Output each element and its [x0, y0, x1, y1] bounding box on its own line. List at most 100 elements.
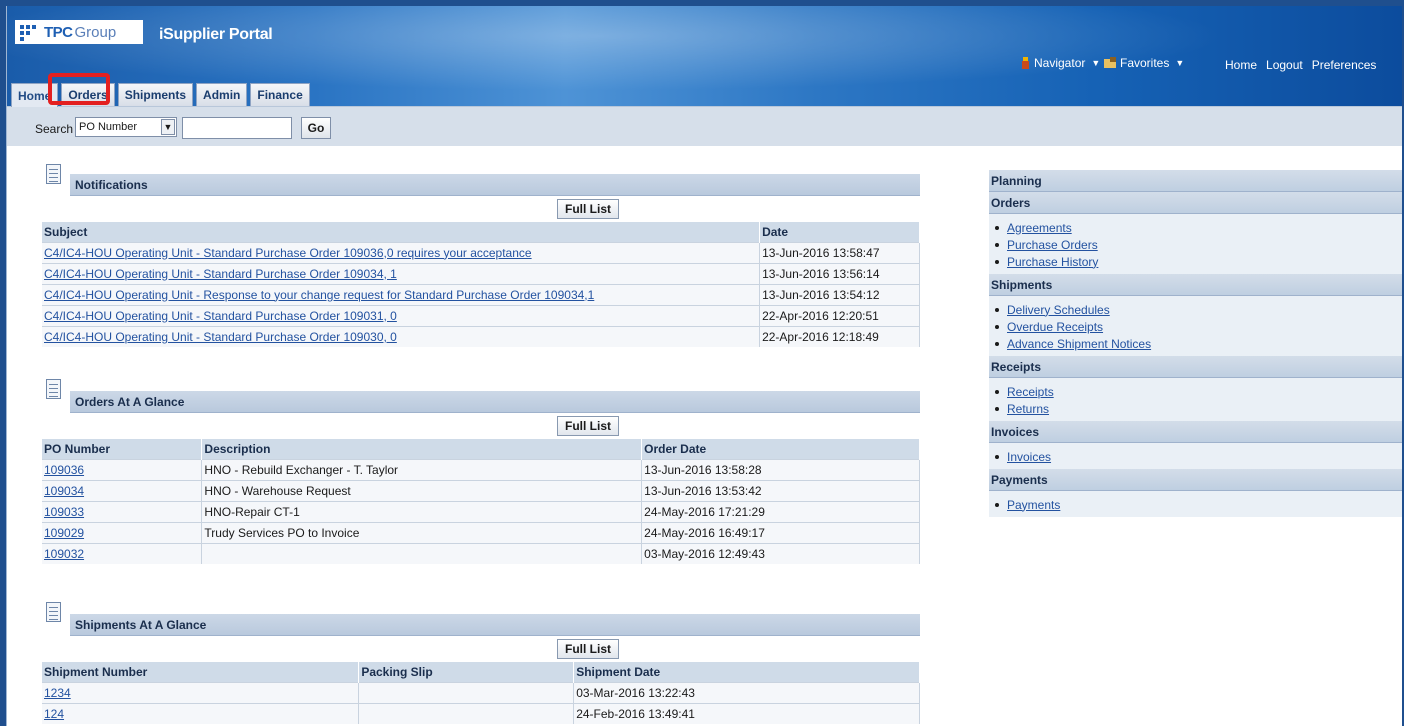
preferences-link[interactable]: Preferences — [1312, 58, 1377, 72]
search-input[interactable] — [182, 117, 292, 139]
favorites-menu[interactable]: Favorites ▼ — [1104, 56, 1184, 70]
list-item: Delivery Schedules — [995, 301, 1402, 318]
order-description — [201, 542, 643, 564]
returns-link[interactable]: Returns — [1007, 402, 1049, 416]
invoices-link[interactable]: Invoices — [1007, 450, 1051, 464]
order-description: HNO-Repair CT-1 — [201, 500, 643, 522]
table-row: 109034 HNO - Warehouse Request 13-Jun-2016… — [42, 479, 920, 501]
notification-subject-link[interactable]: C4/IC4-HOU Operating Unit - Standard Pur… — [42, 304, 761, 326]
agreements-link[interactable]: Agreements — [1007, 221, 1072, 235]
order-description: HNO - Rebuild Exchanger - T. Taylor — [201, 458, 643, 480]
payments-nav-list: Payments — [989, 491, 1402, 517]
notifications-header: Notifications — [70, 174, 920, 196]
notification-date: 13-Jun-2016 13:56:14 — [759, 262, 920, 284]
table-row: 1234 03-Mar-2016 13:22:43 — [42, 681, 920, 703]
column-header-shipment-number[interactable]: Shipment Number — [42, 662, 360, 682]
orders-icon — [46, 379, 61, 399]
orders-tab-highlight — [48, 73, 110, 105]
chevron-down-icon: ▼ — [1091, 58, 1101, 68]
shipment-number-link[interactable]: 1234 — [42, 681, 360, 703]
column-header-shipment-date[interactable]: Shipment Date — [573, 662, 920, 682]
table-row: 124 24-Feb-2016 13:49:41 — [42, 702, 920, 724]
shipments-nav-list: Delivery Schedules Overdue Receipts Adva… — [989, 296, 1402, 356]
list-item: Agreements — [995, 219, 1402, 236]
overdue-receipts-link[interactable]: Overdue Receipts — [1007, 320, 1103, 334]
logo-dots-icon — [18, 23, 42, 41]
column-header-subject[interactable]: Subject — [42, 222, 761, 242]
order-description: HNO - Warehouse Request — [201, 479, 643, 501]
po-number-link[interactable]: 109036 — [42, 458, 203, 480]
notification-subject-link[interactable]: C4/IC4-HOU Operating Unit - Standard Pur… — [42, 325, 761, 347]
purchase-history-link[interactable]: Purchase History — [1007, 255, 1098, 269]
app-window: TPC Group iSupplier Portal Navigator ▼ F… — [6, 6, 1402, 726]
notifications-table: Subject Date C4/IC4-HOU Operating Unit -… — [42, 222, 920, 347]
chevron-down-icon: ▼ — [1175, 58, 1185, 68]
po-number-link[interactable]: 109033 — [42, 500, 203, 522]
logo-text-group: Group — [74, 23, 117, 41]
go-button[interactable]: Go — [301, 117, 331, 139]
tab-admin[interactable]: Admin — [196, 83, 248, 106]
purchase-orders-link[interactable]: Purchase Orders — [1007, 238, 1098, 252]
app-title: iSupplier Portal — [159, 26, 273, 43]
tab-shipments[interactable]: Shipments — [117, 83, 194, 106]
tab-finance[interactable]: Finance — [250, 83, 310, 106]
delivery-schedules-link[interactable]: Delivery Schedules — [1007, 303, 1110, 317]
receipts-link[interactable]: Receipts — [1007, 385, 1054, 399]
list-item: Purchase Orders — [995, 236, 1402, 253]
orders-nav-list: Agreements Purchase Orders Purchase Hist… — [989, 214, 1402, 274]
list-item: Invoices — [995, 448, 1402, 465]
favorites-icon — [1104, 57, 1116, 68]
po-number-link[interactable]: 109034 — [42, 479, 203, 501]
order-date: 24-May-2016 17:21:29 — [641, 500, 920, 522]
navigator-menu[interactable]: Navigator ▼ — [1020, 56, 1100, 70]
shipment-date: 24-Feb-2016 13:49:41 — [573, 702, 920, 724]
search-label: Search — [35, 122, 74, 136]
order-date: 13-Jun-2016 13:58:28 — [641, 458, 920, 480]
payments-nav-header: Payments — [989, 469, 1402, 491]
column-header-description[interactable]: Description — [201, 439, 643, 459]
logout-link[interactable]: Logout — [1266, 58, 1303, 72]
planning-header: Planning — [989, 170, 1402, 192]
column-header-order-date[interactable]: Order Date — [641, 439, 920, 459]
notifications-icon — [46, 164, 61, 184]
shipment-date: 03-Mar-2016 13:22:43 — [573, 681, 920, 703]
column-header-date[interactable]: Date — [759, 222, 920, 242]
packing-slip — [358, 681, 575, 703]
notification-subject-link[interactable]: C4/IC4-HOU Operating Unit - Standard Pur… — [42, 241, 761, 263]
list-item: Receipts — [995, 383, 1402, 400]
table-row: 109029 Trudy Services PO to Invoice 24-May… — [42, 521, 920, 543]
payments-link[interactable]: Payments — [1007, 498, 1060, 512]
table-row: 109036 HNO - Rebuild Exchanger - T. Taylo… — [42, 458, 920, 480]
search-type-value: PO Number — [79, 121, 138, 133]
shipment-number-link[interactable]: 124 — [42, 702, 360, 724]
order-description: Trudy Services PO to Invoice — [201, 521, 643, 543]
home-link[interactable]: Home — [1225, 58, 1257, 72]
order-date: 13-Jun-2016 13:53:42 — [641, 479, 920, 501]
advance-shipment-notices-link[interactable]: Advance Shipment Notices — [1007, 337, 1151, 351]
list-item: Purchase History — [995, 253, 1402, 270]
table-row: 109033 HNO-Repair CT-1 24-May-2016 17:21:2… — [42, 500, 920, 522]
search-bar: Search PO Number ▼ Go — [7, 106, 1402, 146]
orders-table: PO Number Description Order Date 109036 H… — [42, 439, 920, 564]
notifications-full-list-button[interactable]: Full List — [557, 199, 619, 219]
chevron-down-icon[interactable]: ▼ — [161, 119, 175, 135]
company-logo[interactable]: TPC Group — [15, 20, 143, 44]
navigator-label: Navigator — [1034, 56, 1086, 70]
shipments-table: Shipment Number Packing Slip Shipment Da… — [42, 662, 920, 724]
search-type-select[interactable]: PO Number ▼ — [75, 117, 177, 137]
notification-date: 22-Apr-2016 12:18:49 — [759, 325, 920, 347]
order-date: 03-May-2016 12:49:43 — [641, 542, 920, 564]
favorites-label: Favorites — [1120, 56, 1170, 70]
orders-header: Orders At A Glance — [70, 391, 920, 413]
orders-full-list-button[interactable]: Full List — [557, 416, 619, 436]
notification-subject-link[interactable]: C4/IC4-HOU Operating Unit - Standard Pur… — [42, 262, 761, 284]
notification-subject-link[interactable]: C4/IC4-HOU Operating Unit - Response to … — [42, 283, 761, 305]
shipments-full-list-button[interactable]: Full List — [557, 639, 619, 659]
po-number-link[interactable]: 109032 — [42, 542, 203, 564]
po-number-link[interactable]: 109029 — [42, 521, 203, 543]
column-header-po-number[interactable]: PO Number — [42, 439, 203, 459]
list-item: Advance Shipment Notices — [995, 335, 1402, 352]
column-header-packing-slip[interactable]: Packing Slip — [358, 662, 575, 682]
invoices-nav-header: Invoices — [989, 421, 1402, 443]
invoices-nav-list: Invoices — [989, 443, 1402, 469]
